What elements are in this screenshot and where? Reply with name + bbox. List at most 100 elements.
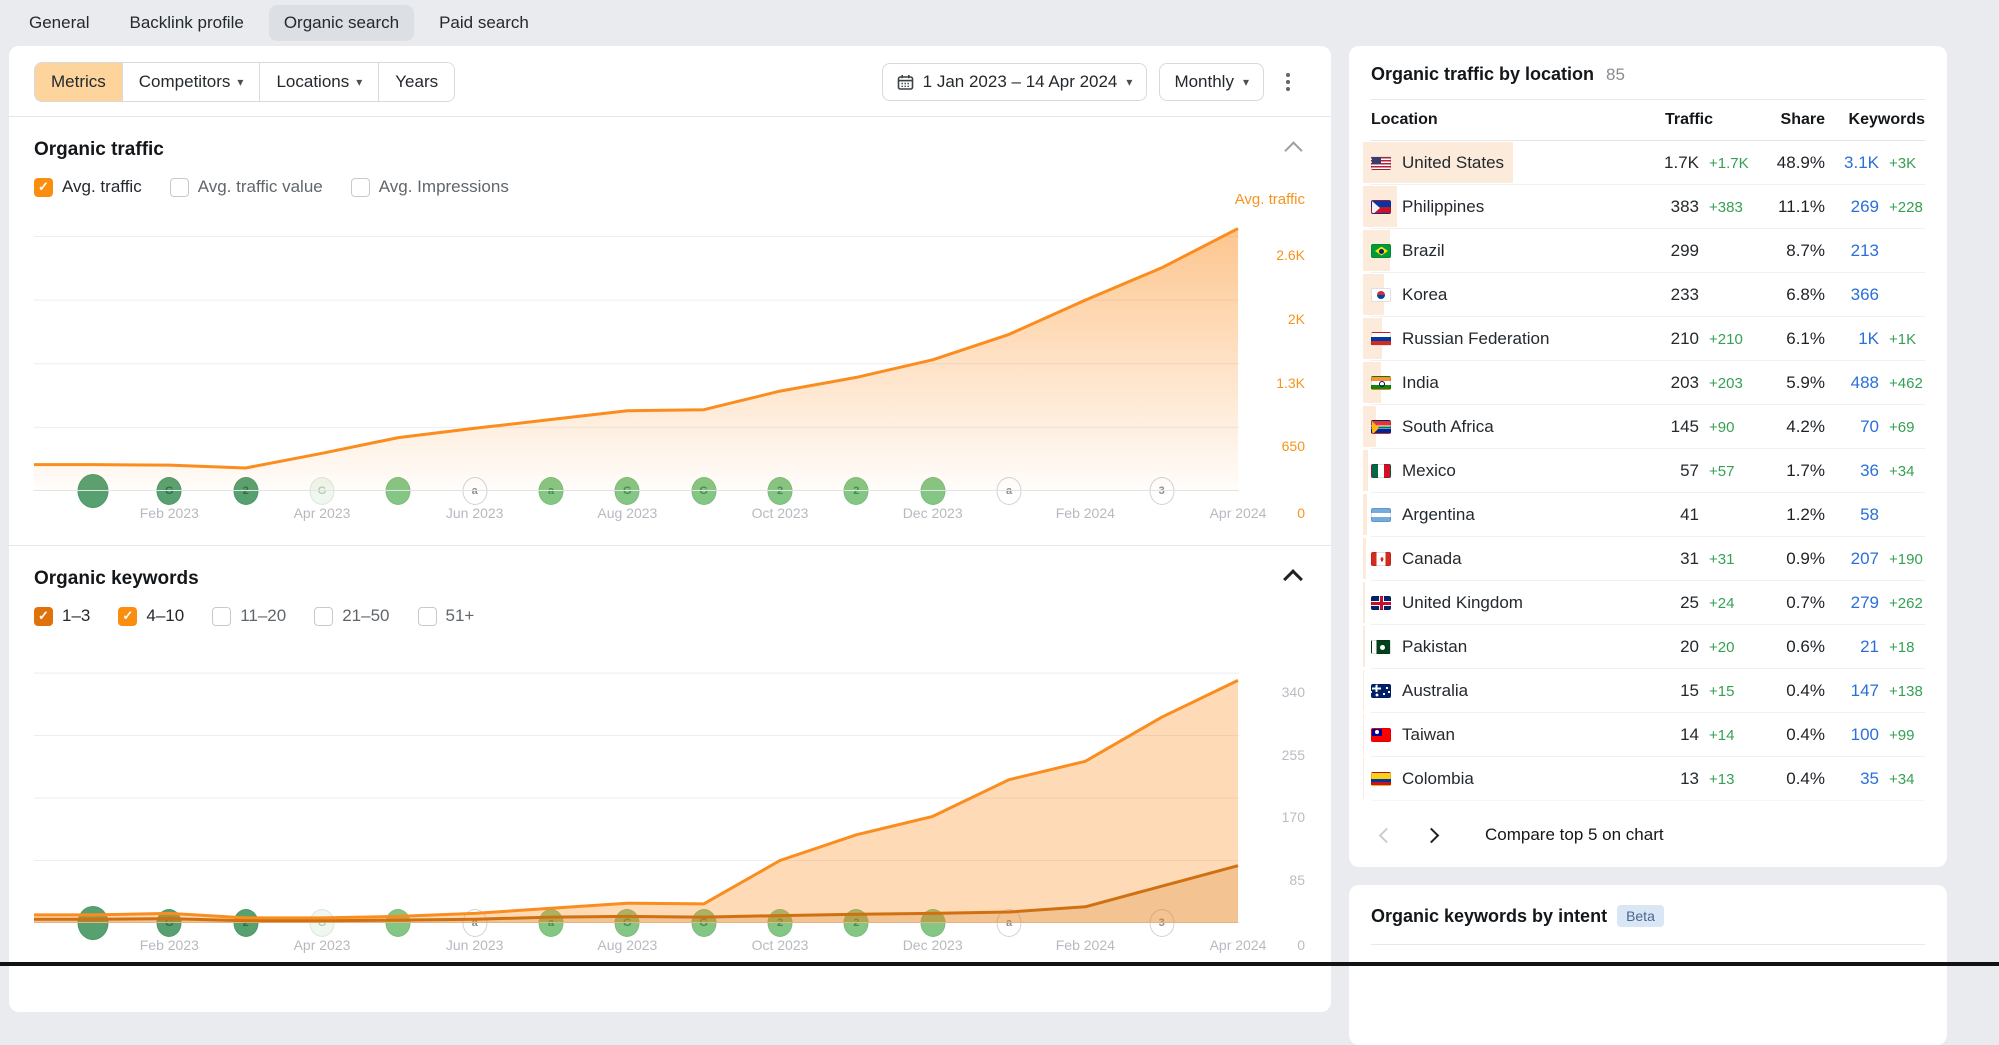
keywords-value[interactable]: 269	[1825, 197, 1879, 217]
traffic-cell: 299	[1639, 241, 1751, 261]
keywords-value[interactable]: 70	[1825, 417, 1879, 437]
competitors-button[interactable]: Competitors▾	[122, 63, 260, 101]
keywords-cell: 269+228	[1825, 197, 1925, 217]
location-row-canada[interactable]: Canada31+310.9%207+190	[1371, 537, 1925, 581]
share-bar	[1363, 758, 1364, 799]
location-row-united-kingdom[interactable]: United Kingdom25+240.7%279+262	[1371, 581, 1925, 625]
metrics-button[interactable]: Metrics	[35, 63, 122, 101]
keywords-value[interactable]: 213	[1825, 241, 1879, 261]
legend-checkbox-11-20[interactable]: 11–20	[212, 606, 286, 626]
keywords-value[interactable]: 488	[1825, 373, 1879, 393]
organic-keywords-chart[interactable]: G2GaaGG22a3851702553400Feb 2023Apr 2023J…	[34, 640, 1306, 950]
keywords-value[interactable]: 3.1K	[1825, 153, 1879, 173]
checked-checkbox-icon: ✓	[34, 178, 53, 197]
traffic-delta: +24	[1699, 595, 1751, 612]
keywords-cell: 70+69	[1825, 417, 1925, 437]
legend-checkbox-avg-impressions[interactable]: Avg. Impressions	[351, 177, 509, 197]
share-cell: 48.9%	[1751, 153, 1825, 173]
legend-label: 21–50	[342, 606, 389, 626]
keywords-value[interactable]: 207	[1825, 549, 1879, 569]
legend-label: Avg. traffic value	[198, 177, 323, 197]
keywords-cell: 279+262	[1825, 593, 1925, 613]
legend-checkbox-21-50[interactable]: 21–50	[314, 606, 389, 626]
tab-organic-search[interactable]: Organic search	[269, 5, 414, 41]
location-row-colombia[interactable]: Colombia13+130.4%35+34	[1371, 757, 1925, 801]
legend-label: 51+	[446, 606, 475, 626]
location-pagination: Compare top 5 on chart	[1371, 817, 1925, 853]
collapse-chevron-icon[interactable]	[1284, 141, 1302, 159]
traffic-value: 203	[1639, 373, 1699, 393]
keywords-value[interactable]: 147	[1825, 681, 1879, 701]
tab-backlink-profile[interactable]: Backlink profile	[114, 5, 258, 41]
column-header-keywords: Keywords	[1825, 111, 1925, 129]
location-row-korea[interactable]: Korea2336.8%366	[1371, 273, 1925, 317]
keywords-value[interactable]: 100	[1825, 725, 1879, 745]
collapse-chevron-icon[interactable]	[1283, 569, 1303, 589]
legend-checkbox-4-10[interactable]: ✓4–10	[118, 606, 184, 626]
location-row-india[interactable]: India203+2035.9%488+462	[1371, 361, 1925, 405]
flag-br-icon	[1371, 244, 1391, 258]
location-row-south-africa[interactable]: South Africa145+904.2%70+69	[1371, 405, 1925, 449]
next-page-chevron-icon[interactable]	[1424, 827, 1440, 843]
location-name: India	[1402, 373, 1439, 393]
share-cell: 0.4%	[1751, 681, 1825, 701]
chevron-down-icon: ▾	[356, 75, 362, 89]
x-axis-tick-label: Apr 2024	[1210, 937, 1267, 953]
x-axis-tick-label: Apr 2023	[294, 505, 351, 521]
traffic-value: 233	[1639, 285, 1699, 305]
x-axis-tick-label: Aug 2023	[597, 505, 657, 521]
legend-checkbox-avg-traffic[interactable]: ✓ Avg. traffic	[34, 177, 142, 197]
legend-checkbox-51[interactable]: 51+	[418, 606, 475, 626]
y-axis-title: Avg. traffic	[1215, 191, 1305, 208]
keywords-value[interactable]: 1K	[1825, 329, 1879, 349]
divider	[1371, 944, 1925, 945]
more-options-kebab-icon[interactable]	[1276, 65, 1300, 99]
traffic-value: 145	[1639, 417, 1699, 437]
location-cell: Korea	[1371, 285, 1639, 305]
location-row-philippines[interactable]: Philippines383+38311.1%269+228	[1371, 185, 1925, 229]
date-range-label: 1 Jan 2023 – 14 Apr 2024	[923, 72, 1118, 92]
flag-gb-icon	[1371, 596, 1391, 610]
keywords-value[interactable]: 279	[1825, 593, 1879, 613]
keywords-value[interactable]: 21	[1825, 637, 1879, 657]
tab-general[interactable]: General	[14, 5, 104, 41]
legend-checkbox-avg-traffic-value[interactable]: Avg. traffic value	[170, 177, 323, 197]
location-row-brazil[interactable]: Brazil2998.7%213	[1371, 229, 1925, 273]
keywords-value[interactable]: 36	[1825, 461, 1879, 481]
legend-label: Avg. traffic	[62, 177, 142, 197]
competitors-label: Competitors	[139, 72, 231, 92]
location-row-argentina[interactable]: Argentina411.2%58	[1371, 493, 1925, 537]
compare-top5-link[interactable]: Compare top 5 on chart	[1485, 825, 1664, 845]
keywords-value[interactable]: 366	[1825, 285, 1879, 305]
y-axis-tick-label: 340	[1251, 684, 1305, 700]
location-row-pakistan[interactable]: Pakistan20+200.6%21+18	[1371, 625, 1925, 669]
granularity-button[interactable]: Monthly ▾	[1159, 63, 1264, 101]
traffic-delta: +383	[1699, 199, 1751, 216]
organic-traffic-chart[interactable]: G2GaaGG22a36501.3K2K2.6K0Avg. trafficFeb…	[34, 211, 1306, 539]
x-axis-tick-label: Feb 2024	[1056, 505, 1115, 521]
years-button[interactable]: Years	[378, 63, 454, 101]
location-row-united-states[interactable]: United States1.7K+1.7K48.9%3.1K+3K	[1371, 141, 1925, 185]
legend-checkbox-1-3[interactable]: ✓1–3	[34, 606, 90, 626]
share-cell: 1.7%	[1751, 461, 1825, 481]
location-row-australia[interactable]: Australia15+150.4%147+138	[1371, 669, 1925, 713]
report-tab-bar: General Backlink profile Organic search Pai…	[0, 0, 1999, 46]
legend-label: 1–3	[62, 606, 90, 626]
location-cell: Argentina	[1371, 505, 1639, 525]
location-name: Taiwan	[1402, 725, 1455, 745]
tab-paid-search[interactable]: Paid search	[424, 5, 544, 41]
location-cell: Pakistan	[1371, 637, 1639, 657]
location-table-header: LocationTrafficShareKeywords	[1371, 100, 1925, 141]
x-axis-tick-label: Oct 2023	[752, 505, 809, 521]
granularity-label: Monthly	[1174, 72, 1234, 92]
prev-page-chevron-icon[interactable]	[1379, 827, 1395, 843]
traffic-cell: 233	[1639, 285, 1751, 305]
keywords-value[interactable]: 58	[1825, 505, 1879, 525]
location-row-taiwan[interactable]: Taiwan14+140.4%100+99	[1371, 713, 1925, 757]
location-row-russian-federation[interactable]: Russian Federation210+2106.1%1K+1K	[1371, 317, 1925, 361]
keywords-value[interactable]: 35	[1825, 769, 1879, 789]
locations-button[interactable]: Locations▾	[259, 63, 378, 101]
keywords-cell: 488+462	[1825, 373, 1925, 393]
date-range-button[interactable]: 1 Jan 2023 – 14 Apr 2024 ▾	[882, 63, 1148, 101]
location-row-mexico[interactable]: Mexico57+571.7%36+34	[1371, 449, 1925, 493]
